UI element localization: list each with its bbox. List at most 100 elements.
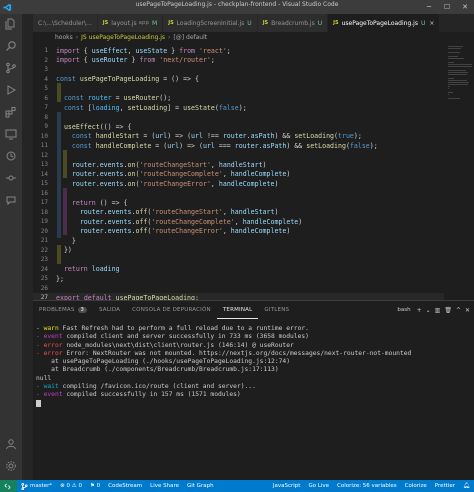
- settings-icon[interactable]: [0, 456, 22, 476]
- code-line[interactable]: 4 const usePageToPageLoading = () => {: [33, 75, 474, 85]
- code-line[interactable]: 9 useEffect(() => {: [33, 122, 474, 132]
- code-line[interactable]: 12: [33, 151, 474, 161]
- maximize-button[interactable]: ☐: [438, 0, 456, 14]
- code-line[interactable]: 1 import { useEffect, useState } from 're…: [33, 46, 474, 56]
- maximize-panel-icon[interactable]: ^: [456, 307, 461, 314]
- colorize-variables-status[interactable]: Colorize: 56 variables: [333, 480, 401, 492]
- terminal-line: - warn Fast Refresh had to perform a ful…: [36, 325, 472, 333]
- code-line[interactable]: 25};: [33, 274, 474, 284]
- code-line[interactable]: 18 router.events.off('routeChangeStart',…: [33, 208, 474, 218]
- split-terminal-icon[interactable]: ▥: [435, 307, 441, 314]
- terminal-prompt-line[interactable]: [36, 399, 472, 409]
- code-line[interactable]: 11 const handleComplete = (url) => (url …: [33, 141, 474, 151]
- code-token: ,: [222, 170, 231, 179]
- extensions-icon[interactable]: [0, 102, 22, 122]
- code-line[interactable]: 7 const [loading, setLoading] = useState…: [33, 103, 474, 113]
- minimap[interactable]: [444, 42, 474, 300]
- code-token: events: [107, 208, 132, 217]
- tab-label: C:\...\Scheduler\...: [38, 19, 92, 27]
- line-number: 11: [40, 142, 48, 150]
- code-line[interactable]: 14 router.events.on('routeChangeComplete…: [33, 170, 474, 180]
- editor-tab[interactable]: JS LoadingScreenInitial.js U: [163, 14, 258, 32]
- panel-tab[interactable]: SALIDA: [93, 301, 126, 319]
- code-line[interactable]: 20 router.events.off('routeChangeError',…: [33, 227, 474, 237]
- code-line[interactable]: 2 import { useRouter } from 'next/router'…: [33, 56, 474, 66]
- code-line[interactable]: 23: [33, 255, 474, 265]
- code-token: ): [274, 208, 279, 217]
- line-number: 22: [40, 246, 48, 254]
- code-line[interactable]: 22 }): [33, 246, 474, 256]
- breadcrumb-item[interactable]: [@] default: [173, 34, 207, 41]
- remote-indicator-icon[interactable]: [0, 480, 17, 492]
- panel-tab[interactable]: GITLENS: [258, 301, 295, 319]
- live-share-status[interactable]: Live Share: [146, 480, 183, 492]
- terminal-output[interactable]: - warn Fast Refresh had to perform a ful…: [36, 325, 472, 408]
- panel-tab[interactable]: CONSOLA DE DEPURACIÓN: [126, 301, 217, 319]
- panel-tab[interactable]: TERMINAL: [216, 301, 259, 319]
- gitlens-icon[interactable]: [0, 168, 22, 188]
- code-token: 'routeChangeError': [151, 227, 223, 236]
- go-live-button[interactable]: Go Live: [304, 480, 333, 492]
- timeline-icon[interactable]: [0, 146, 22, 166]
- accounts-icon[interactable]: [0, 434, 22, 454]
- git-branch-status[interactable]: master*: [17, 480, 56, 492]
- git-status-badge: U: [317, 19, 323, 27]
- minimap-line: [448, 94, 449, 95]
- log-level-prefix: - wait: [36, 383, 59, 391]
- code-editor[interactable]: 1 import { useEffect, useState } from 're…: [33, 42, 474, 303]
- problems-status[interactable]: ⊗ 0 ⚠ 0: [56, 480, 86, 492]
- chevron-down-icon[interactable]: ⌄: [426, 307, 431, 314]
- code-line[interactable]: 13 router.events.on('routeChangeStart', …: [33, 160, 474, 170]
- code-line[interactable]: 19 router.events.off('routeChangeComplet…: [33, 217, 474, 227]
- line-number: 10: [40, 132, 48, 140]
- code-line[interactable]: 17 return () => {: [33, 198, 474, 208]
- search-icon[interactable]: [0, 36, 22, 56]
- breadcrumb-item[interactable]: hooks: [55, 34, 73, 41]
- code-line[interactable]: 16: [33, 189, 474, 199]
- close-button[interactable]: ✕: [456, 0, 474, 14]
- code-text: router.events.off('routeChangeComplete',…: [51, 218, 302, 226]
- source-control-icon[interactable]: [0, 58, 22, 78]
- editor-tab[interactable]: JS layout.js app M: [97, 14, 164, 32]
- explorer-icon[interactable]: [0, 14, 22, 34]
- code-line[interactable]: 3: [33, 65, 474, 75]
- minimize-button[interactable]: ─: [420, 0, 438, 14]
- trash-icon[interactable]: 🗑: [444, 307, 452, 314]
- line-number: 9: [44, 123, 48, 131]
- title-bar: usePageToPageLoading.js - checkplan-fron…: [0, 0, 474, 14]
- code-token: );: [238, 103, 247, 112]
- editor-tab[interactable]: C:\...\Scheduler\...: [33, 14, 98, 32]
- editor-tab[interactable]: JS Breadcrumb.js U: [257, 14, 329, 32]
- code-token: ;: [210, 56, 215, 65]
- close-panel-icon[interactable]: ✕: [465, 307, 470, 314]
- language-mode[interactable]: JavaScript: [269, 480, 305, 492]
- code-line[interactable]: 10 const handleStart = (url) => (url !==…: [33, 132, 474, 142]
- panel-tab[interactable]: PROBLEMAS 3: [33, 301, 93, 319]
- new-terminal-button[interactable]: +: [417, 307, 422, 314]
- line-number: 6: [44, 94, 48, 102]
- code-line[interactable]: 15 router.events.on('routeChangeError', …: [33, 179, 474, 189]
- panel-tab-label: TERMINAL: [222, 306, 253, 313]
- code-line[interactable]: 24 return loading: [33, 265, 474, 275]
- codestream-status[interactable]: CodeStream: [104, 480, 146, 492]
- code-line[interactable]: 8: [33, 113, 474, 123]
- code-line[interactable]: 21 }: [33, 236, 474, 246]
- terminal-shell-selector[interactable]: bash: [397, 307, 410, 313]
- code-line[interactable]: 26: [33, 284, 474, 294]
- git-graph-status[interactable]: Git Graph: [183, 480, 218, 492]
- breadcrumb-item[interactable]: JS usePageToPageLoading.js: [81, 34, 165, 41]
- ports-status[interactable]: ⚑ 0: [86, 480, 104, 492]
- editor-tab[interactable]: JS usePageToPageLoading.js U ×: [328, 14, 441, 32]
- code-line[interactable]: 5: [33, 84, 474, 94]
- prettier-status[interactable]: Prettier: [431, 480, 459, 492]
- code-line[interactable]: 6 const router = useRouter();: [33, 94, 474, 104]
- remote-icon[interactable]: [0, 124, 22, 144]
- notifications-icon[interactable]: 🔔︎: [459, 480, 474, 492]
- close-tab-icon[interactable]: ×: [429, 20, 434, 27]
- codestream-icon[interactable]: [0, 190, 22, 210]
- run-debug-icon[interactable]: [0, 80, 22, 100]
- code-token: import: [56, 56, 80, 65]
- colorize-status[interactable]: Colorize: [401, 480, 431, 492]
